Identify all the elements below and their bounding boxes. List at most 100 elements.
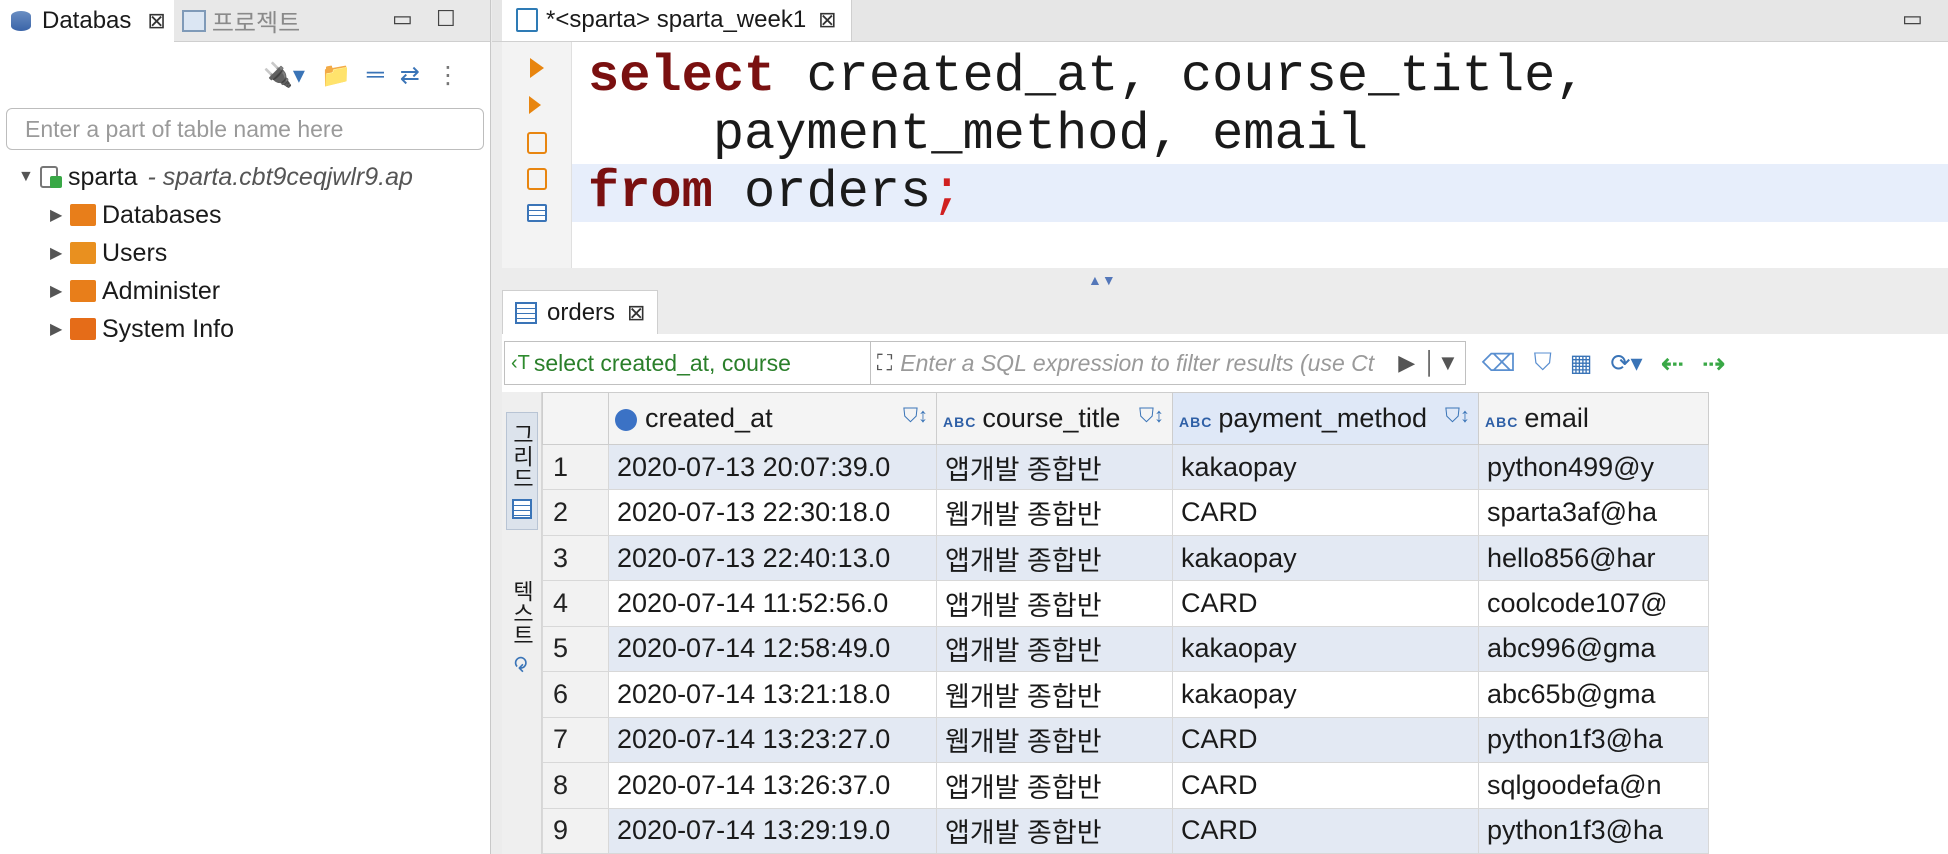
table-cell[interactable]: 2020-07-13 22:30:18.0 bbox=[608, 489, 937, 536]
tree-node-connection[interactable]: ▼ sparta - sparta.cbt9ceqjwlr9.ap bbox=[0, 158, 490, 196]
tree-node-system-info[interactable]: ▶ System Info bbox=[0, 310, 490, 348]
link-editor-icon[interactable]: ⇄ bbox=[400, 61, 420, 90]
table-cell[interactable]: 2020-07-13 22:40:13.0 bbox=[608, 534, 937, 582]
table-row[interactable]: 2 2020-07-13 22:30:18.0 웹개발 종합반 CARD sparta3… bbox=[542, 489, 1709, 536]
table-filter-field[interactable] bbox=[6, 108, 484, 150]
table-cell[interactable]: python1f3@ha bbox=[1478, 716, 1709, 764]
execute-statement-icon[interactable] bbox=[525, 56, 549, 80]
table-cell[interactable]: sparta3af@ha bbox=[1478, 489, 1709, 536]
expand-arrow-icon[interactable]: ▶ bbox=[50, 243, 70, 263]
new-folder-icon[interactable]: 📁 bbox=[321, 61, 351, 90]
table-cell[interactable]: 2020-07-14 13:23:27.0 bbox=[608, 716, 937, 764]
table-cell[interactable]: coolcode107@ bbox=[1478, 580, 1709, 627]
maximize-icon[interactable]: ☐ bbox=[436, 6, 456, 32]
eraser-icon[interactable]: ⌫ bbox=[1482, 349, 1516, 378]
sort-filter-icon[interactable]: ⛉↕ bbox=[903, 405, 928, 428]
table-cell[interactable]: kakaopay bbox=[1172, 625, 1479, 673]
table-cell[interactable]: 2020-07-14 13:26:37.0 bbox=[608, 762, 937, 809]
row-number-cell[interactable]: 4 bbox=[542, 580, 609, 627]
table-cell[interactable]: CARD bbox=[1172, 807, 1479, 854]
table-cell[interactable]: 웹개발 종합반 bbox=[936, 671, 1173, 718]
explain-plan-icon[interactable] bbox=[526, 204, 547, 222]
close-icon[interactable]: ⊠ bbox=[147, 8, 165, 34]
table-cell[interactable]: CARD bbox=[1172, 489, 1479, 536]
table-cell[interactable]: 웹개발 종합반 bbox=[936, 716, 1173, 764]
table-cell[interactable]: abc65b@gma bbox=[1478, 671, 1709, 718]
sql-filter-field[interactable]: ⛶ ▶ │▼ bbox=[870, 341, 1466, 385]
tab-projects[interactable]: 프로젝트 bbox=[174, 0, 308, 42]
forward-arrow-icon[interactable]: ⇢ bbox=[1702, 347, 1725, 380]
table-cell[interactable]: CARD bbox=[1172, 580, 1479, 627]
collapse-all-icon[interactable]: ═ bbox=[367, 61, 384, 89]
table-cell[interactable]: 웹개발 종합반 bbox=[936, 489, 1173, 536]
table-row[interactable]: 5 2020-07-14 12:58:49.0 앱개발 종합반 kakaopay abc… bbox=[542, 625, 1709, 673]
table-cell[interactable]: 앱개발 종합반 bbox=[936, 762, 1173, 809]
row-number-cell[interactable]: 9 bbox=[542, 807, 609, 854]
table-cell[interactable]: 앱개발 종합반 bbox=[936, 534, 1173, 582]
expand-arrow-icon[interactable]: ▶ bbox=[50, 205, 70, 225]
table-cell[interactable]: 2020-07-13 20:07:39.0 bbox=[608, 443, 937, 491]
editor-results-splitter[interactable]: ▲▼ bbox=[502, 268, 1948, 290]
sort-filter-icon[interactable]: ⛉↕ bbox=[1445, 405, 1470, 428]
expand-arrow-icon[interactable]: ▶ bbox=[50, 281, 70, 301]
filter-history-dropdown-icon[interactable]: │▼ bbox=[1423, 350, 1459, 376]
tab-database-navigator[interactable]: Databas ⊠ bbox=[0, 0, 174, 42]
table-cell[interactable]: kakaopay bbox=[1172, 443, 1479, 491]
more-options-icon[interactable]: ⋮ bbox=[436, 61, 460, 90]
minimize-icon[interactable]: ▭ bbox=[1902, 6, 1923, 32]
tree-node-users[interactable]: ▶ Users bbox=[0, 234, 490, 272]
table-cell[interactable]: 2020-07-14 12:58:49.0 bbox=[608, 625, 937, 673]
table-row[interactable]: 1 2020-07-13 20:07:39.0 앱개발 종합반 kakaopay pyt… bbox=[542, 443, 1709, 491]
execute-script-icon[interactable] bbox=[526, 132, 547, 154]
query-preview[interactable]: ‹T select created_at, course bbox=[504, 341, 871, 385]
table-cell[interactable]: 2020-07-14 11:52:56.0 bbox=[608, 580, 937, 627]
execute-in-new-tab-icon[interactable] bbox=[525, 94, 549, 118]
row-number-cell[interactable]: 8 bbox=[542, 762, 609, 809]
table-cell[interactable]: 앱개발 종합반 bbox=[936, 807, 1173, 854]
row-number-cell[interactable]: 3 bbox=[542, 534, 609, 582]
row-number-cell[interactable]: 6 bbox=[542, 671, 609, 718]
close-icon[interactable]: ⊠ bbox=[818, 7, 836, 33]
table-cell[interactable]: 앱개발 종합반 bbox=[936, 625, 1173, 673]
table-row[interactable]: 8 2020-07-14 13:26:37.0 앱개발 종합반 CARD sqlgood… bbox=[542, 762, 1709, 809]
tab-sql-script[interactable]: *<sparta> sparta_week1 ⊠ bbox=[502, 0, 852, 41]
filter-settings-icon[interactable]: ⛉ bbox=[1534, 349, 1552, 377]
new-connection-icon[interactable]: 🔌▾ bbox=[263, 61, 305, 90]
tab-results-orders[interactable]: orders ⊠ bbox=[502, 290, 659, 334]
expand-icon[interactable]: ⛶ bbox=[877, 350, 892, 376]
minimize-icon[interactable]: ▭ bbox=[392, 6, 413, 32]
table-cell[interactable]: python499@y bbox=[1478, 443, 1709, 491]
table-cell[interactable]: 2020-07-14 13:21:18.0 bbox=[608, 671, 937, 718]
splitter-arrows-icon[interactable]: ▲▼ bbox=[1088, 272, 1116, 288]
sql-filter-input[interactable] bbox=[900, 349, 1391, 377]
table-cell[interactable]: python1f3@ha bbox=[1478, 807, 1709, 854]
execute-script-new-tab-icon[interactable] bbox=[526, 168, 547, 190]
tab-text-view[interactable]: 텍스트 ⟳ bbox=[506, 570, 538, 686]
column-header-course-title[interactable]: ABC course_title ⛉↕ bbox=[936, 392, 1173, 445]
table-cell[interactable]: abc996@gma bbox=[1478, 625, 1709, 673]
column-header-email[interactable]: ABC email bbox=[1478, 392, 1709, 445]
table-row[interactable]: 9 2020-07-14 13:29:19.0 앱개발 종합반 CARD python1… bbox=[542, 807, 1709, 854]
expand-arrow-icon[interactable]: ▶ bbox=[50, 319, 70, 339]
expand-arrow-icon[interactable]: ▼ bbox=[18, 168, 38, 186]
apply-filter-icon[interactable]: ▶ bbox=[1398, 350, 1415, 376]
tree-node-administer[interactable]: ▶ Administer bbox=[0, 272, 490, 310]
table-cell[interactable]: 앱개발 종합반 bbox=[936, 580, 1173, 627]
column-header-payment-method[interactable]: ABC payment_method ⛉↕ bbox=[1172, 392, 1479, 445]
close-icon[interactable]: ⊠ bbox=[627, 300, 645, 326]
sort-filter-icon[interactable]: ⛉↕ bbox=[1139, 405, 1164, 428]
table-row[interactable]: 4 2020-07-14 11:52:56.0 앱개발 종합반 CARD coolcod… bbox=[542, 580, 1709, 627]
table-cell[interactable]: kakaopay bbox=[1172, 671, 1479, 718]
tab-grid-view[interactable]: 그리드 bbox=[505, 412, 538, 530]
column-header-created-at[interactable]: created_at ⛉↕ bbox=[608, 392, 937, 445]
table-cell[interactable]: hello856@har bbox=[1478, 534, 1709, 582]
row-number-cell[interactable]: 7 bbox=[542, 716, 609, 764]
table-cell[interactable]: kakaopay bbox=[1172, 534, 1479, 582]
table-cell[interactable]: 2020-07-14 13:29:19.0 bbox=[608, 807, 937, 854]
tree-node-databases[interactable]: ▶ Databases bbox=[0, 196, 490, 234]
table-cell[interactable]: CARD bbox=[1172, 716, 1479, 764]
table-settings-icon[interactable]: ▦ bbox=[1570, 349, 1593, 378]
row-number-cell[interactable]: 1 bbox=[542, 443, 609, 491]
table-filter-input[interactable] bbox=[25, 115, 465, 143]
code-area[interactable]: select created_at, course_title, payment… bbox=[572, 42, 1948, 268]
